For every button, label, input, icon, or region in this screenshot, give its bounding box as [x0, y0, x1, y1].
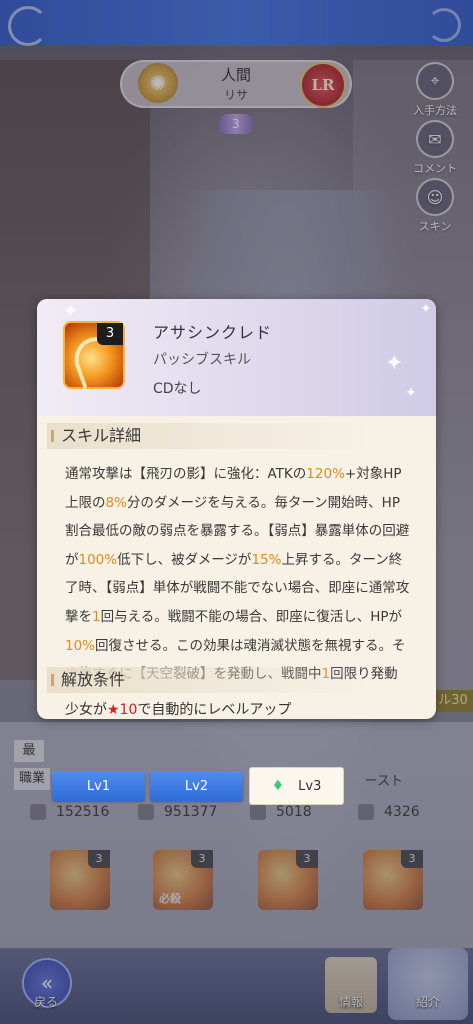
unlock-suffix: で自動的にレベルアップ — [137, 702, 292, 718]
description-highlight: 120% — [306, 466, 345, 482]
unlock-prefix: 少女が — [65, 702, 107, 718]
tab-label: Lv1 — [86, 778, 111, 794]
skill-cooldown: CDなし — [153, 381, 202, 397]
description-text: 通常攻撃は【飛刃の影】に強化：ATKの — [65, 466, 307, 482]
sparkle-icon: ✦ — [405, 385, 417, 401]
skill-description: 通常攻撃は【飛刃の影】に強化：ATKの120%+対象HP上限の8%分のダメージを… — [65, 460, 413, 689]
tab-lv2[interactable]: Lv2 — [150, 771, 243, 801]
description-highlight: 100% — [78, 551, 118, 568]
gem-icon: ♦ — [271, 778, 285, 794]
sparkle-icon: ✦ — [385, 351, 404, 376]
tab-label: Lv3 — [298, 778, 322, 794]
description-highlight: 1 — [92, 608, 101, 625]
tab-lv1[interactable]: Lv1 — [52, 771, 145, 801]
sparkle-icon: ✦ — [63, 301, 79, 322]
description-highlight: 8% — [105, 494, 127, 511]
tab-lv3[interactable]: ♦ Lv3 — [249, 767, 344, 805]
skill-icon-large: 3 — [65, 323, 126, 392]
skill-type: パッシブスキル — [153, 352, 251, 368]
description-highlight: 15% — [251, 551, 282, 568]
skill-level: 3 — [97, 323, 123, 345]
skill-detail-heading: スキル詳細 — [47, 423, 427, 449]
sparkle-icon: ✦ — [420, 301, 432, 317]
skill-name: アサシンクレド — [153, 323, 273, 342]
tab-label: Lv2 — [184, 778, 209, 794]
level-tabs: Lv1 Lv2 ♦ Lv3 — [52, 767, 344, 805]
skill-detail-popup: ✦ ✦ ✦ ✦ 3 アサシンクレド パッシブスキル CDなし スキル詳細 通常攻… — [37, 299, 436, 719]
unlock-condition: 少女が★10で自動的にレベルアップ — [65, 699, 291, 719]
unlock-condition-heading: 解放条件 — [47, 667, 427, 693]
description-text: 回与える。戦闘不能の場合、即座に復活し、HPが — [100, 608, 402, 625]
description-text: 低下し、被ダメージが — [117, 551, 252, 568]
unlock-star-requirement: ★10 — [107, 702, 138, 718]
description-highlight: 10% — [65, 637, 96, 654]
